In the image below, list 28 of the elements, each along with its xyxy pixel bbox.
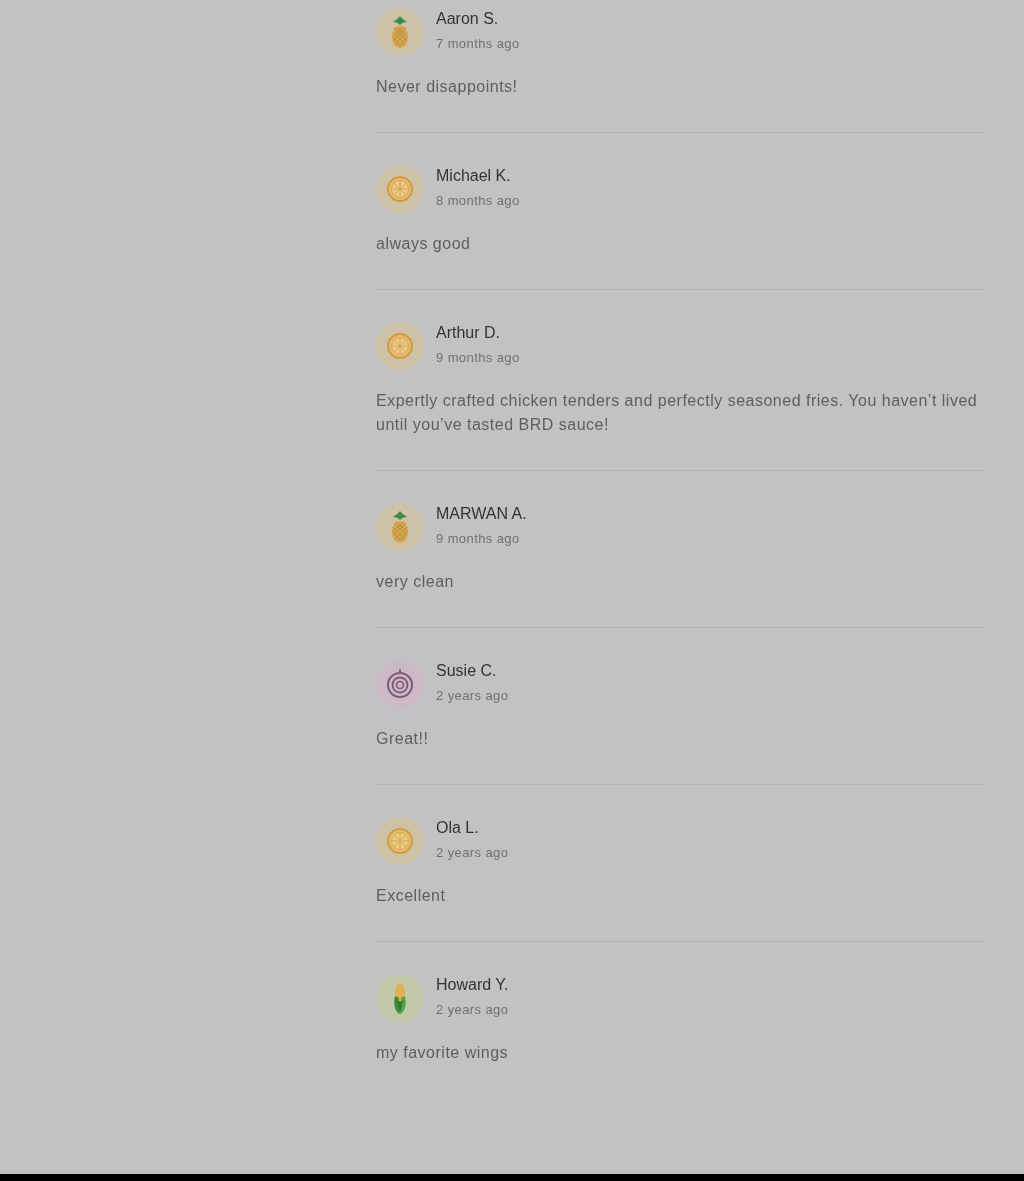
review-date: 9 months ago (436, 530, 521, 548)
citrus-slice-icon (376, 165, 424, 213)
reviewer-name: Ola L. (436, 818, 480, 838)
citrus-slice-icon (376, 817, 424, 865)
review-date: 2 years ago (436, 1001, 509, 1019)
review-text: Great!! (376, 729, 430, 749)
reviewer-name: MARWAN A. (436, 504, 527, 524)
reviewer-name: Susie C. (436, 661, 498, 681)
reviewer-name: Arthur D. (436, 323, 501, 343)
review-text: very clean (376, 572, 455, 592)
review-date: 7 months ago (436, 35, 520, 53)
review-text: my favorite wings (376, 1043, 510, 1063)
review-date: 8 months ago (436, 192, 520, 210)
reviewer-name: Michael K. (436, 166, 512, 186)
reviewer-name: Aaron S. (436, 9, 500, 29)
corn-icon (376, 974, 424, 1022)
review-text: Never disappoints! (376, 77, 519, 97)
onion-icon (376, 660, 424, 708)
review-date: 2 years ago (436, 687, 509, 705)
pineapple-icon (376, 503, 424, 551)
review-text: Excellent (376, 886, 447, 906)
review-date: 9 months ago (436, 349, 520, 367)
review-text: always good (376, 234, 472, 254)
review-text: Expertly crafted chicken tenders and perfectly seasoned fries. You haven’t lived until you’ve tasted BRD sauce! (376, 391, 979, 435)
review-date: 2 years ago (436, 844, 509, 862)
citrus-slice-icon (376, 322, 424, 370)
reviewer-name: Howard Y. (436, 975, 509, 995)
pineapple-icon (376, 8, 424, 56)
